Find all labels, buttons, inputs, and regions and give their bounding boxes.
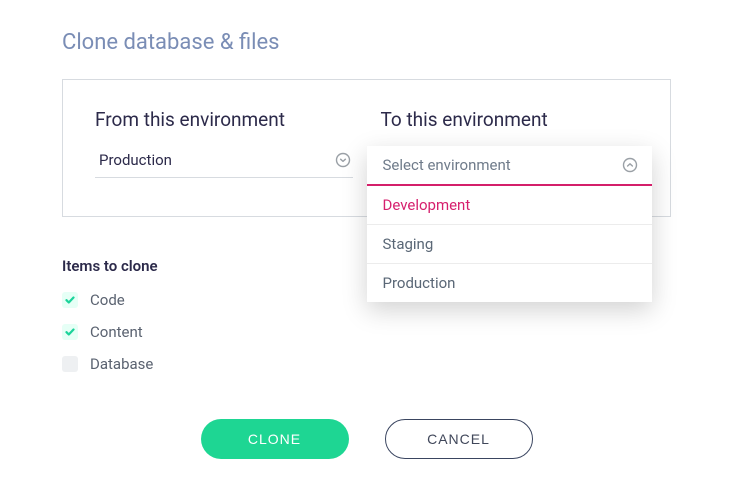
checkbox[interactable] [62,356,78,372]
item-label: Code [90,291,125,309]
chevron-up-icon [622,157,638,173]
from-environment-label: From this environment [95,108,353,131]
dropdown-option[interactable]: Development [367,186,652,225]
check-icon [65,295,75,305]
checkbox[interactable] [62,324,78,340]
actions-row: CLONE CANCEL [62,419,671,459]
dropdown-option[interactable]: Staging [367,225,652,264]
item-label: Content [90,323,143,341]
clone-button[interactable]: CLONE [201,419,349,459]
environment-panel: From this environment Production To this… [62,79,671,217]
dropdown-option[interactable]: Production [367,264,652,302]
check-icon [65,327,75,337]
checkbox[interactable] [62,292,78,308]
cancel-button[interactable]: CANCEL [385,419,533,459]
to-environment-label: To this environment [381,108,639,131]
to-environment-placeholder: Select environment [383,156,511,174]
item-row: Database [62,355,671,373]
chevron-down-icon [335,152,351,168]
to-environment-select[interactable]: Select environment [367,146,652,186]
from-environment-column: From this environment Production [95,108,353,178]
item-label: Database [90,355,153,373]
to-environment-dropdown: Select environment DevelopmentStagingPro… [367,146,652,302]
from-environment-value: Production [99,151,172,169]
from-environment-select[interactable]: Production [95,145,353,178]
page-title: Clone database & files [62,30,671,55]
item-row: Content [62,323,671,341]
